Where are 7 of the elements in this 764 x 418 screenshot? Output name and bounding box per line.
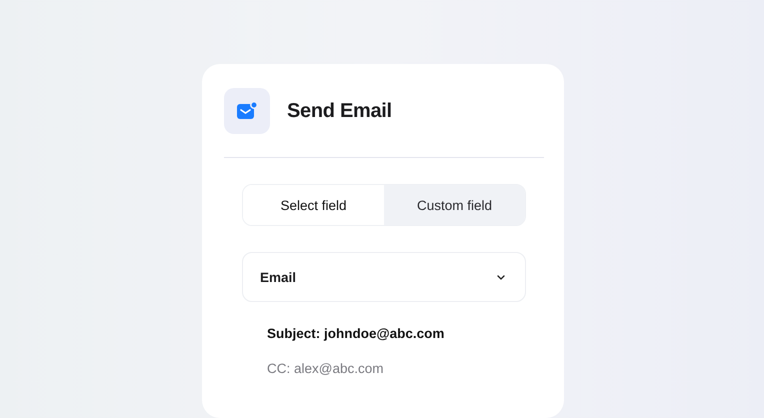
subject-text: Subject: johndoe@abc.com	[267, 326, 446, 343]
chevron-down-icon	[497, 274, 505, 280]
tab[interactable]: Custom field	[384, 185, 525, 225]
field-dropdown[interactable]: Email	[242, 252, 526, 302]
mail-icon	[224, 88, 270, 134]
cc-text: CC: alex@abc.com	[267, 361, 384, 378]
dialog-title: Send Email	[287, 100, 392, 122]
